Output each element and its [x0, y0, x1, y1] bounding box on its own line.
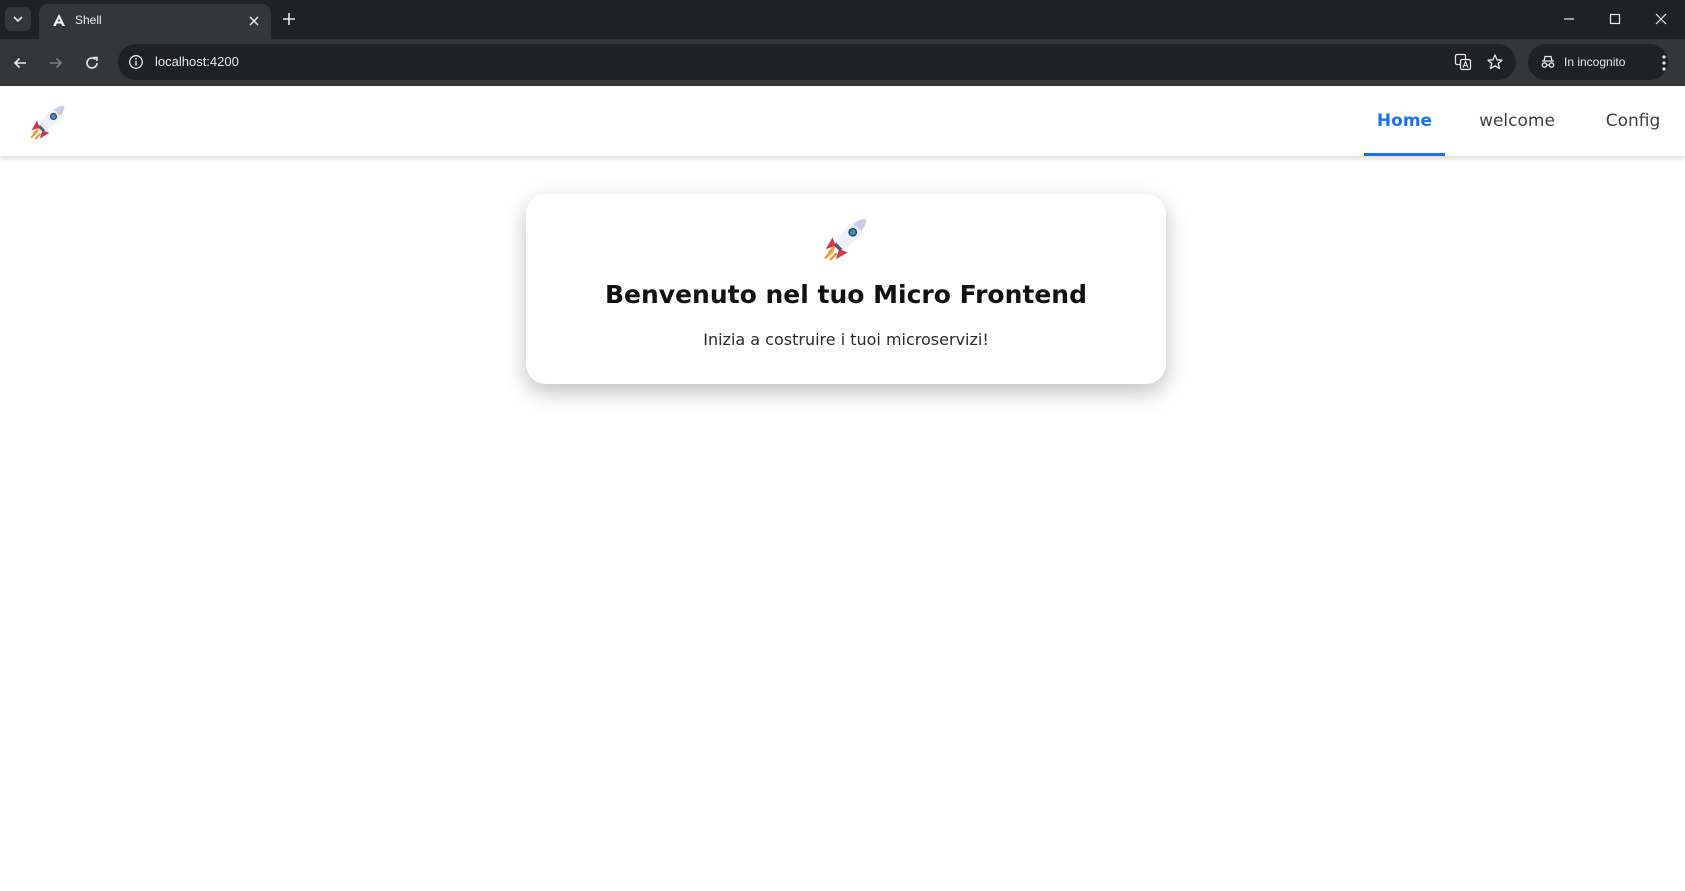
incognito-icon	[1541, 55, 1555, 68]
nav-item-label: Home	[1376, 111, 1433, 131]
url-text[interactable]: localhost:4200	[155, 54, 239, 69]
maximize-icon	[1609, 13, 1621, 25]
tab-close-icon[interactable]	[247, 14, 261, 28]
rocket-icon	[824, 218, 867, 261]
site-info-icon[interactable]	[128, 54, 144, 70]
nav-item-config[interactable]: Config	[1598, 86, 1668, 156]
welcome-card: Benvenuto nel tuo Micro Frontend Inizia …	[526, 194, 1166, 384]
incognito-indicator[interactable]: In incognito	[1528, 44, 1668, 80]
chevron-down-icon	[13, 16, 23, 23]
app-header: Home welcome Config	[0, 86, 1685, 156]
active-tab-indicator	[1364, 153, 1445, 156]
nav-item-welcome[interactable]: welcome	[1474, 86, 1560, 156]
back-button[interactable]	[6, 49, 34, 77]
minimize-button[interactable]	[1546, 0, 1592, 38]
address-bar[interactable]: localhost:4200	[118, 44, 1516, 80]
new-tab-button[interactable]	[279, 9, 299, 29]
browser-tab-active[interactable]: Shell	[39, 4, 271, 39]
arrow-right-icon	[50, 57, 63, 69]
bookmark-star-icon[interactable]	[1486, 53, 1504, 71]
close-window-button[interactable]	[1638, 0, 1684, 38]
nav-item-home[interactable]: Home	[1364, 86, 1445, 156]
nav-item-label: Config	[1605, 111, 1661, 131]
close-icon	[1655, 13, 1667, 25]
browser-tab-strip: Shell	[0, 0, 1685, 39]
nav-item-label: welcome	[1479, 111, 1555, 131]
more-vertical-icon	[1662, 55, 1666, 71]
browser-toolbar: localhost:4200 In incognito	[0, 39, 1685, 86]
rocket-icon[interactable]	[26, 100, 70, 144]
reload-button[interactable]	[78, 49, 106, 77]
angular-icon	[51, 13, 67, 29]
plus-icon	[283, 13, 295, 25]
reload-icon	[86, 56, 98, 69]
card-title: Benvenuto nel tuo Micro Frontend	[605, 280, 1087, 309]
translate-icon[interactable]	[1454, 53, 1472, 71]
tab-title: Shell	[75, 13, 102, 27]
tab-search-button[interactable]	[5, 7, 31, 31]
forward-button[interactable]	[42, 49, 70, 77]
card-subtitle: Inizia a costruire i tuoi microservizi!	[703, 330, 989, 349]
minimize-icon	[1564, 18, 1574, 20]
arrow-left-icon	[13, 57, 26, 69]
maximize-button[interactable]	[1592, 0, 1638, 38]
incognito-label: In incognito	[1564, 55, 1626, 69]
browser-menu-button[interactable]	[1652, 49, 1676, 77]
